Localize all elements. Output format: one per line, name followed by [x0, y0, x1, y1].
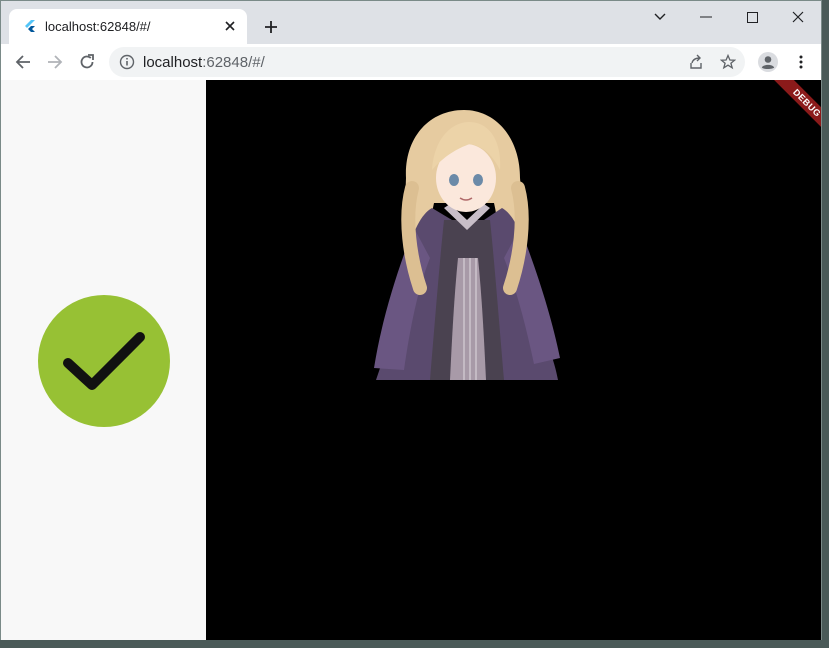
browser-tab[interactable]: localhost:62848/#/ — [9, 9, 247, 44]
flutter-favicon-icon — [23, 19, 37, 33]
character-sprite — [374, 110, 560, 380]
address-bar[interactable]: localhost:62848/#/ — [109, 47, 745, 77]
menu-kebab-icon[interactable] — [787, 48, 815, 76]
forward-arrow-icon[interactable] — [41, 48, 69, 76]
tab-close-icon[interactable] — [221, 17, 239, 35]
checkmark-icon — [63, 332, 145, 390]
browser-toolbar: localhost:62848/#/ — [1, 44, 821, 80]
site-info-icon[interactable] — [119, 54, 135, 70]
profile-avatar-icon[interactable] — [754, 48, 782, 76]
new-tab-button[interactable] — [257, 15, 285, 39]
sidebar-panel — [1, 80, 206, 640]
debug-label: DEBUG — [791, 87, 821, 119]
debug-banner: DEBUG — [753, 80, 821, 150]
back-arrow-icon[interactable] — [9, 48, 37, 76]
maximize-icon[interactable] — [729, 1, 775, 33]
tab-strip: localhost:62848/#/ — [1, 1, 821, 44]
desktop-taskbar-edge — [0, 640, 829, 648]
success-status-badge — [38, 295, 170, 427]
minimize-icon[interactable] — [683, 1, 729, 33]
share-icon[interactable] — [685, 51, 707, 73]
window-close-icon[interactable] — [775, 1, 821, 33]
browser-window: localhost:62848/#/ localhost:62848/#/ DE… — [0, 0, 822, 640]
debug-ribbon: DEBUG — [769, 80, 821, 141]
tab-search-icon[interactable] — [637, 1, 683, 33]
game-stage: DEBUG — [206, 80, 821, 640]
web-content: DEBUG — [1, 80, 821, 640]
url-text[interactable]: localhost:62848/#/ — [143, 54, 265, 71]
reload-icon[interactable] — [73, 48, 101, 76]
bookmark-star-icon[interactable] — [717, 51, 739, 73]
tab-title: localhost:62848/#/ — [45, 19, 151, 34]
